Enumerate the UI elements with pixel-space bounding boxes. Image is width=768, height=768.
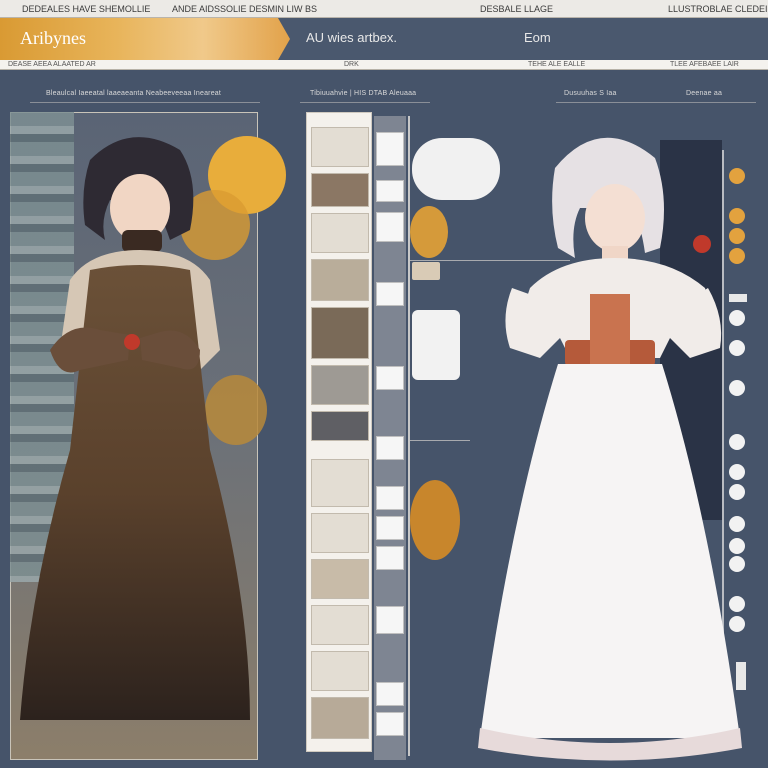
thumbnail-column[interactable] xyxy=(306,112,372,752)
preview-block[interactable] xyxy=(376,682,404,706)
preview-column[interactable] xyxy=(374,116,406,760)
center-section-caption: Tibiuuahvie | HIS DTAB Aleuaaa xyxy=(310,90,417,97)
subbar-right-text-1[interactable]: TEHE ALE EALLE xyxy=(528,60,585,70)
character-illustration-left xyxy=(20,137,250,720)
preview-block[interactable] xyxy=(376,132,404,166)
option-dot[interactable] xyxy=(729,310,745,326)
preview-block[interactable] xyxy=(376,516,404,540)
thumbnail-card[interactable] xyxy=(311,605,369,645)
thumbnail-card[interactable] xyxy=(311,365,369,405)
bokeh-circle xyxy=(410,206,448,258)
preview-block[interactable] xyxy=(376,366,404,390)
floating-card xyxy=(412,310,460,380)
indicator-tag xyxy=(729,294,747,302)
subbar-mid-text[interactable]: DRK xyxy=(344,60,359,70)
preview-block[interactable] xyxy=(376,282,404,306)
topbar-mid-text[interactable]: ANDE AIDSSOLIE DESMIN LIW BS xyxy=(172,0,317,18)
center-caption-divider xyxy=(300,102,430,103)
thumbnail-card[interactable] xyxy=(311,127,369,167)
preview-block[interactable] xyxy=(376,712,404,736)
thumbnail-card[interactable] xyxy=(311,459,369,507)
thumbnail-card[interactable] xyxy=(311,697,369,739)
color-swatch-dot[interactable] xyxy=(729,228,745,244)
left-section-caption: Bleaulcal Iaeeatal laaeaeanta Neabeeveea… xyxy=(46,90,222,97)
preview-block[interactable] xyxy=(376,546,404,570)
thumbnail-card[interactable] xyxy=(311,259,369,301)
option-dot[interactable] xyxy=(729,464,745,480)
option-dot[interactable] xyxy=(729,434,745,450)
topbar-right-text-1[interactable]: DESBALE LLAGE xyxy=(480,0,553,18)
connector-line xyxy=(410,440,470,441)
preview-block[interactable] xyxy=(376,212,404,242)
header-band: Aribynes AU wies artbex. Eom xyxy=(0,18,768,60)
option-dot[interactable] xyxy=(729,484,745,500)
thumbnail-card[interactable] xyxy=(311,213,369,253)
preview-block[interactable] xyxy=(376,436,404,460)
right-section-caption-1: Dusuuhas S Iaa xyxy=(564,90,617,97)
thumbnail-card[interactable] xyxy=(311,513,369,553)
subbar-left-text[interactable]: DEASE AEEA ALAATED AR xyxy=(8,60,96,70)
top-menu-bar: DEDEALES HAVE SHEMOLLIE ANDE AIDSSOLIE D… xyxy=(0,0,768,18)
topbar-left-text[interactable]: DEDEALES HAVE SHEMOLLIE xyxy=(22,0,150,18)
brand-tab[interactable]: Aribynes xyxy=(0,18,290,60)
option-dot[interactable] xyxy=(729,380,745,396)
option-dot[interactable] xyxy=(729,556,745,572)
preview-block[interactable] xyxy=(376,180,404,202)
right-caption-divider xyxy=(556,102,756,103)
topbar-right-text-2[interactable]: LLUSTROBLAE CLEDEIMITION xyxy=(668,0,768,18)
thumbnail-card[interactable] xyxy=(311,411,369,441)
subbar-right-text-2[interactable]: TLEE AFEBAEE LAIR xyxy=(670,60,739,70)
color-swatch-dot[interactable] xyxy=(729,208,745,224)
option-dot[interactable] xyxy=(729,516,745,532)
bokeh-circle xyxy=(410,480,460,560)
thumbnail-card[interactable] xyxy=(311,651,369,691)
right-section-caption-2: Deenae aa xyxy=(686,90,723,97)
header-center-label[interactable]: AU wies artbex. xyxy=(306,30,397,45)
preview-block[interactable] xyxy=(376,606,404,634)
character-illustration-right xyxy=(478,137,742,761)
indicator-tag xyxy=(736,662,746,690)
left-caption-divider xyxy=(30,102,260,103)
thumbnail-card[interactable] xyxy=(311,559,369,599)
thumbnail-card[interactable] xyxy=(311,173,369,207)
sub-toolbar: DEASE AEEA ALAATED AR DRK TEHE ALE EALLE… xyxy=(0,60,768,70)
floating-tag xyxy=(412,262,440,280)
color-swatch-dot[interactable] xyxy=(729,248,745,264)
option-dot[interactable] xyxy=(729,596,745,612)
color-swatch-dot[interactable] xyxy=(729,168,745,184)
option-dot[interactable] xyxy=(729,616,745,632)
option-dot[interactable] xyxy=(729,538,745,554)
option-dot[interactable] xyxy=(729,340,745,356)
header-right-label[interactable]: Eom xyxy=(524,30,551,45)
preview-block[interactable] xyxy=(376,486,404,510)
column-divider xyxy=(408,116,410,756)
brand-label: Aribynes xyxy=(20,28,86,48)
thumbnail-card[interactable] xyxy=(311,307,369,359)
